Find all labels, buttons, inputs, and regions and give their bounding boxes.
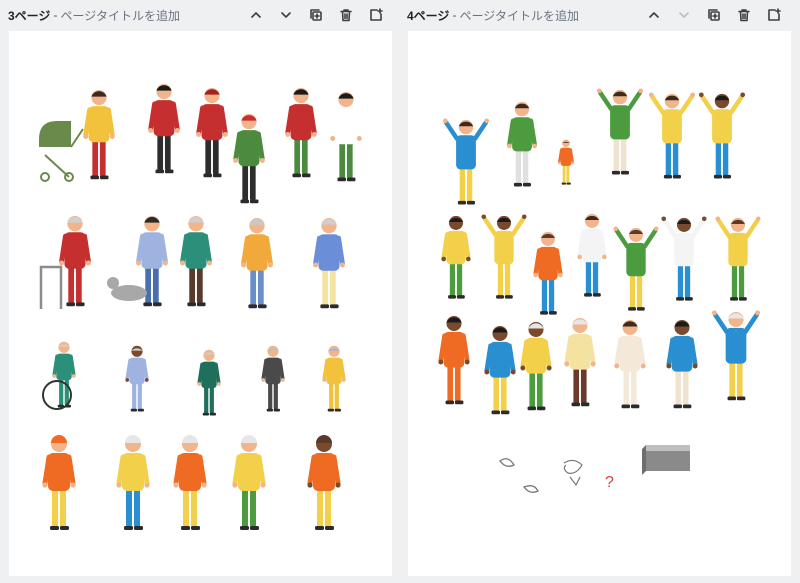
elder-woman-glasses-illustration [322,345,346,412]
move-up-button[interactable] [642,4,666,26]
boy-jumping-illustration [442,118,490,205]
woman-thinking-illustration [666,319,698,409]
trash-icon [738,9,750,22]
title-separator: - [452,8,457,22]
elder-woman-orange-illustration [173,435,207,530]
girl-cheering-illustration [481,214,527,299]
woman-orange-dress-illustration [438,315,470,405]
parent-with-child-illustration [233,113,265,204]
add-page-icon [768,8,781,21]
elder-with-box-illustration [125,345,149,412]
page-canvas-3[interactable] [9,31,392,576]
elder-with-walking-pole-illustration [313,217,345,309]
kid-leaping-illustration [613,226,659,311]
page-3-illustrations [39,83,362,530]
chevron-down-icon [281,12,291,18]
couple-winter-2-illustration [330,91,362,182]
question-mark-icon: ? [605,474,614,491]
man-shrugging-illustration [232,435,266,530]
delete-page-button[interactable] [732,4,756,26]
title-separator: - [53,8,58,22]
delete-page-button[interactable] [334,4,358,26]
page-header-3: 3ページ - ページタイトルを追加 [8,0,180,30]
elder-arms-raised-illustration [711,310,761,401]
girl-in-green-illustration [507,101,537,187]
duplicate-page-button[interactable] [702,4,726,26]
stroller-icon [39,121,84,182]
duplicate-icon [310,9,322,21]
family-red-coats-illustration [148,83,180,174]
chevron-up-icon [251,12,261,18]
woman-covering-ears-illustration [596,88,644,175]
page-title-input[interactable]: ページタイトルを追加 [60,7,180,24]
page-toolbar-3 [244,4,388,26]
elder-woman-green-skirt-illustration [520,321,552,411]
girl-dancing-illustration [715,216,761,301]
move-down-button[interactable] [274,4,298,26]
add-page-button[interactable] [762,4,786,26]
couple-winter-illustration [285,87,317,178]
woman-shrugging-illustration [307,435,341,530]
elder-with-camera-illustration [261,345,285,412]
person-in-wheelchair-illustration [52,341,76,408]
move-up-button[interactable] [244,4,268,26]
man-with-phone-illustration [197,349,221,416]
elder-with-walker-illustration [59,215,91,307]
page-number-label: 4ページ [407,8,450,23]
elder-man-illustration [564,317,596,407]
boy-white-shirt-illustration [577,213,607,297]
dog-icon [107,277,147,301]
chevron-down-icon [679,12,689,18]
gray-box-icon [642,445,690,475]
elder-with-cane-yellow-illustration [116,435,150,530]
chevron-up-icon [649,12,659,18]
woman-with-handbag-illustration [241,217,273,309]
woman-white-dress-illustration [614,319,646,409]
leaf-doodle-icon [499,458,539,493]
page-canvas-4[interactable]: ? [408,31,791,576]
man-thinking-illustration [42,435,76,530]
page-header-4: 4ページ - ページタイトルを追加 [407,0,579,30]
swirl-doodle-icon [563,459,583,487]
family-red-coats-2-illustration [196,87,228,178]
mother-with-stroller-illustration [83,89,115,180]
page-toolbar-4 [642,4,786,26]
child-sitting-illustration [558,139,574,185]
elder-with-cane-illustration [180,215,212,307]
trash-icon [340,9,352,22]
page-title-input[interactable]: ページタイトルを追加 [459,7,579,24]
boy-arms-crossed-illustration [484,325,516,415]
duplicate-icon [708,9,720,21]
man-hands-behind-head-illustration [698,92,746,179]
man-hands-on-head-illustration [648,92,696,179]
move-down-button [672,4,696,26]
duplicate-page-button[interactable] [304,4,328,26]
woman-jumping-illustration [661,216,707,301]
add-page-button[interactable] [364,4,388,26]
page-4-illustrations: ? [438,88,761,493]
walker-icon [39,265,63,309]
girl-yellow-illustration [441,215,471,299]
page-number-label: 3ページ [8,8,51,23]
add-page-icon [370,8,383,21]
boy-crouching-illustration [533,231,563,315]
